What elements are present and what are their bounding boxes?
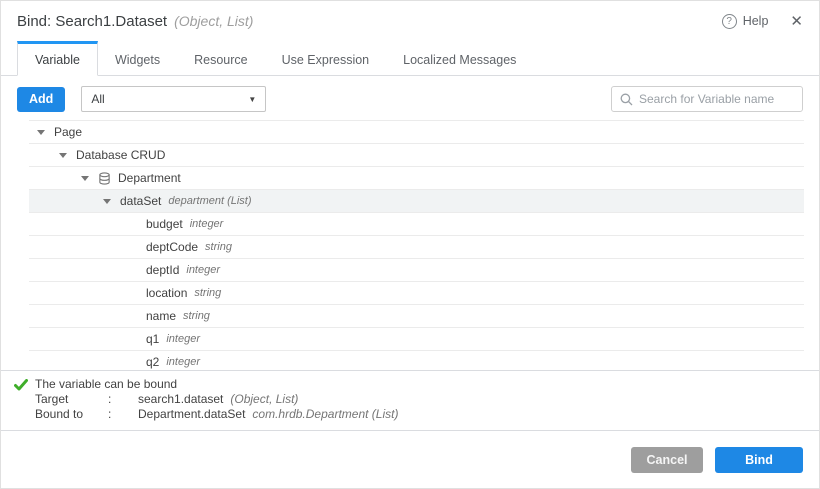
tree-node-type: department (List) <box>168 195 251 207</box>
tree-row-deptcode[interactable]: deptCode string <box>29 236 804 259</box>
help-label: Help <box>743 14 769 28</box>
search-icon <box>620 93 633 106</box>
dialog-titlebar: Bind: Search1.Dataset (Object, List) ? H… <box>1 1 819 41</box>
tree-row-location[interactable]: location string <box>29 282 804 305</box>
filter-dropdown[interactable]: All ▼ <box>81 86 266 112</box>
tree-node-type: string <box>183 310 210 322</box>
binding-status-panel: The variable can be bound Target : searc… <box>1 370 819 431</box>
tab-variable[interactable]: Variable <box>17 41 98 76</box>
dialog-title: Bind: Search1.Dataset <box>17 13 167 30</box>
caret-down-icon[interactable] <box>103 199 111 204</box>
tree-row-q2[interactable]: q2 integer <box>29 351 804 370</box>
help-button[interactable]: ? Help <box>722 14 769 29</box>
tree-node-label: deptId <box>146 263 179 277</box>
tab-widgets[interactable]: Widgets <box>98 41 177 76</box>
caret-down-icon[interactable] <box>37 130 45 135</box>
status-boundto-row: Bound to : Department.dataSet com.hrdb.D… <box>17 407 803 422</box>
tree-row-page[interactable]: Page <box>29 121 804 144</box>
tree-node-type: integer <box>166 333 200 345</box>
tree-row-dataset[interactable]: dataSet department (List) <box>29 190 804 213</box>
tree-node-type: integer <box>166 356 200 368</box>
bind-dialog: Bind: Search1.Dataset (Object, List) ? H… <box>1 1 819 488</box>
variable-tree: Page Database CRUD Department dataSet de… <box>29 120 804 370</box>
tab-bar: Variable Widgets Resource Use Expression… <box>1 41 819 76</box>
status-target-row: Target : search1.dataset (Object, List) <box>17 392 803 407</box>
tree-row-deptid[interactable]: deptId integer <box>29 259 804 282</box>
tree-row-department[interactable]: Department <box>29 167 804 190</box>
chevron-down-icon: ▼ <box>248 95 256 104</box>
tab-resource[interactable]: Resource <box>177 41 265 76</box>
dialog-title-type: (Object, List) <box>174 13 253 29</box>
status-boundto-label: Bound to <box>35 407 108 422</box>
tree-row-q1[interactable]: q1 integer <box>29 328 804 351</box>
tree-node-type: string <box>205 241 232 253</box>
tab-localized-messages[interactable]: Localized Messages <box>386 41 533 76</box>
status-target-label: Target <box>35 392 108 407</box>
tree-node-label: Department <box>118 171 181 185</box>
tree-node-label: budget <box>146 217 183 231</box>
status-boundto-type: com.hrdb.Department (List) <box>252 407 398 422</box>
caret-down-icon[interactable] <box>59 153 67 158</box>
tree-node-type: integer <box>186 264 220 276</box>
close-icon[interactable]: ✕ <box>790 14 803 29</box>
variable-toolbar: Add All ▼ <box>1 76 819 120</box>
status-target-value: search1.dataset <box>138 392 223 407</box>
help-icon: ? <box>722 14 737 29</box>
filter-dropdown-value: All <box>91 92 104 106</box>
tree-node-label: dataSet <box>120 194 161 208</box>
status-message: The variable can be bound <box>17 377 803 392</box>
tree-row-budget[interactable]: budget integer <box>29 213 804 236</box>
bind-button[interactable]: Bind <box>715 447 803 473</box>
tree-node-label: deptCode <box>146 240 198 254</box>
tab-use-expression[interactable]: Use Expression <box>265 41 387 76</box>
database-icon <box>98 172 111 185</box>
tree-node-type: integer <box>190 218 224 230</box>
tree-node-label: q1 <box>146 332 159 346</box>
tree-node-type: string <box>194 287 221 299</box>
caret-down-icon[interactable] <box>81 176 89 181</box>
tree-row-name[interactable]: name string <box>29 305 804 328</box>
check-icon <box>14 379 28 391</box>
cancel-button[interactable]: Cancel <box>631 447 703 473</box>
tree-node-label: name <box>146 309 176 323</box>
search-input[interactable] <box>639 92 794 106</box>
status-target-type: (Object, List) <box>230 392 298 407</box>
status-boundto-value: Department.dataSet <box>138 407 245 422</box>
tree-node-label: location <box>146 286 187 300</box>
variable-search[interactable] <box>611 86 803 112</box>
tree-node-label: Page <box>54 125 82 139</box>
tree-row-database-crud[interactable]: Database CRUD <box>29 144 804 167</box>
tree-node-label: Database CRUD <box>76 148 165 162</box>
tree-node-label: q2 <box>146 355 159 369</box>
add-button[interactable]: Add <box>17 87 65 112</box>
dialog-footer: Cancel Bind <box>1 431 819 488</box>
